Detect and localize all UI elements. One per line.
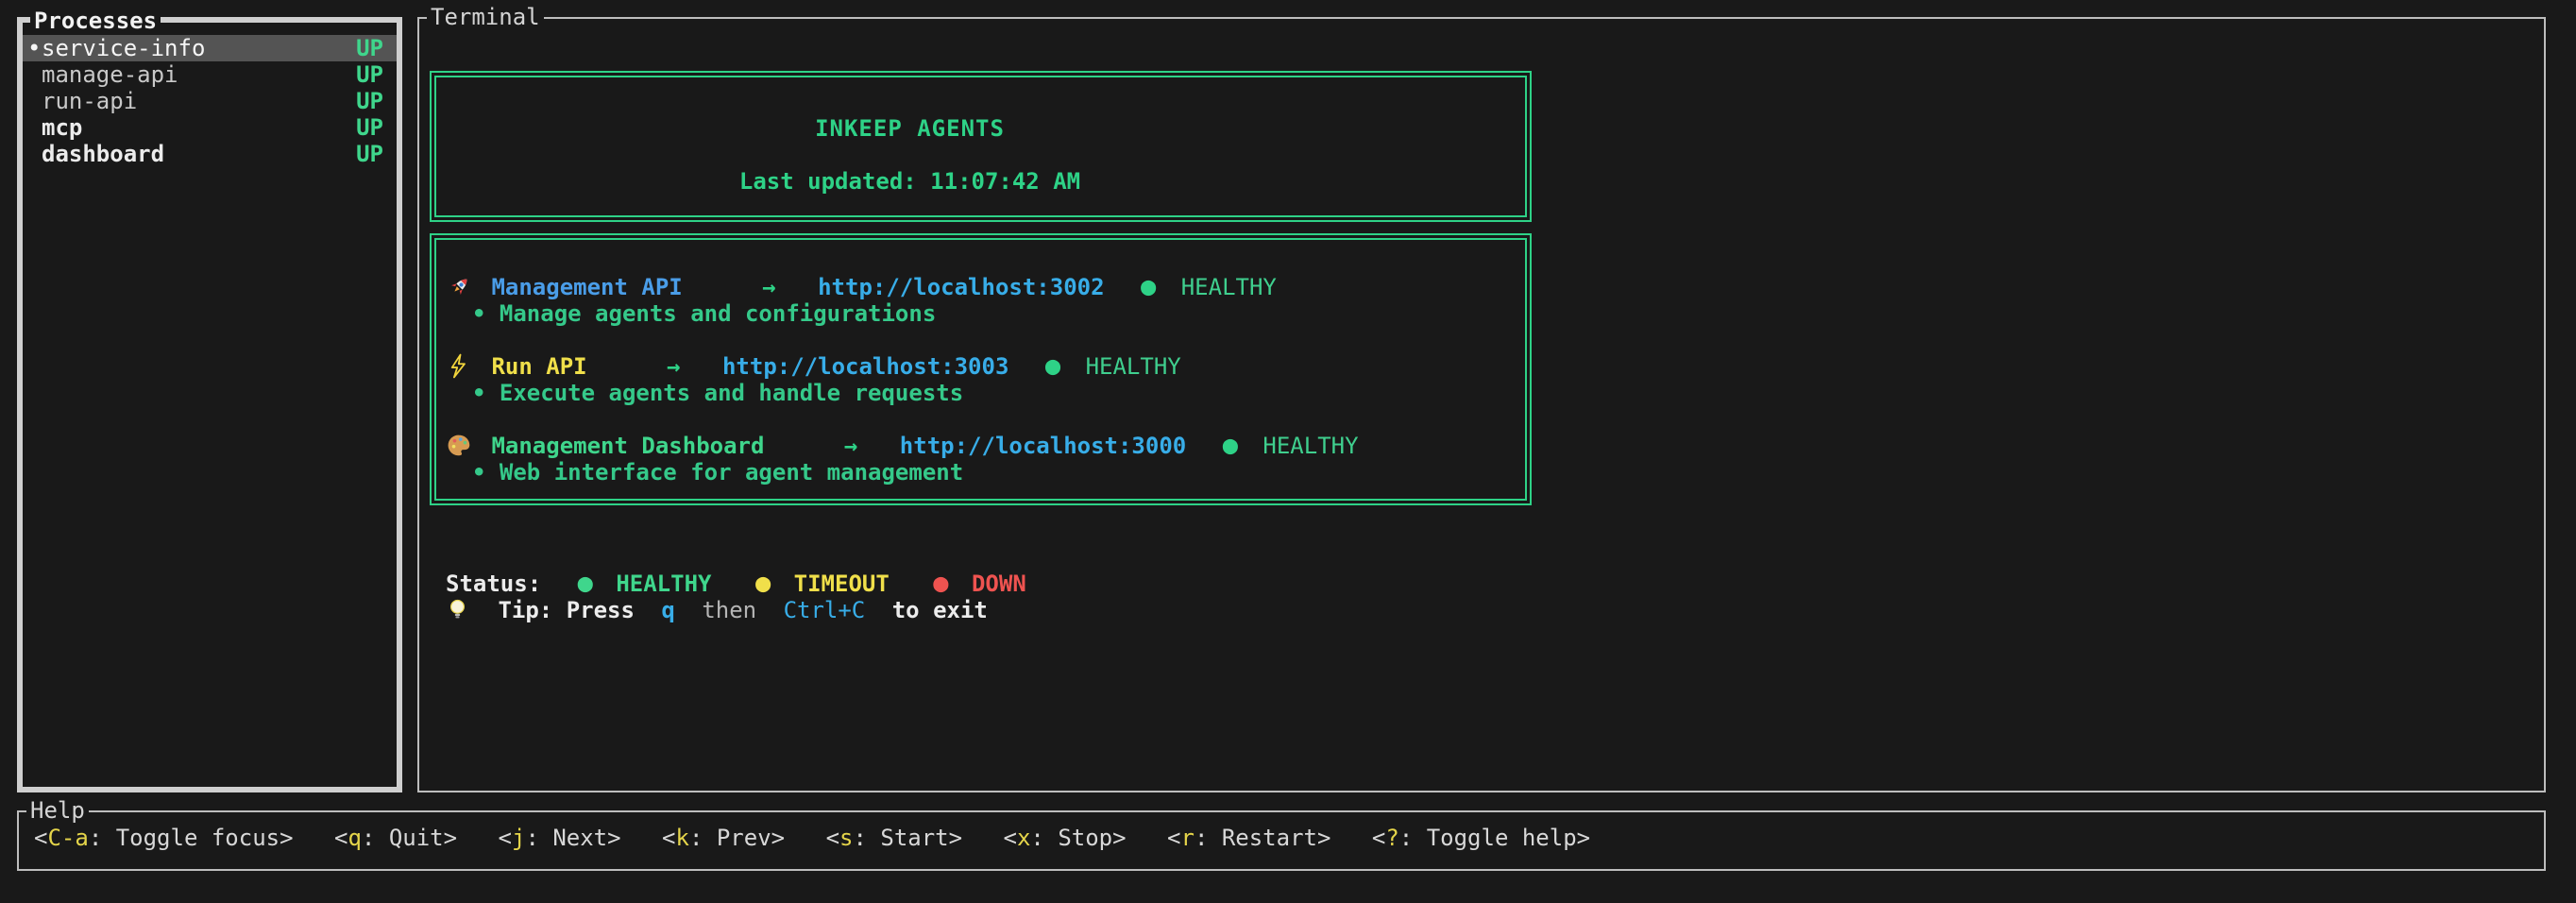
- process-row-service-info[interactable]: • service-info UP: [23, 35, 397, 61]
- tip-line: Tip: Press q then Ctrl+C to exit: [446, 597, 988, 623]
- service-health-label: HEALTHY: [1263, 433, 1358, 459]
- service-url[interactable]: http://localhost:3000: [900, 433, 1186, 459]
- service-health-label: HEALTHY: [1086, 353, 1181, 380]
- shortcut-label: : Next>: [525, 825, 620, 851]
- healthy-legend-label: HEALTHY: [616, 571, 711, 597]
- shortcut-toggle-help: <?: Toggle help>: [1372, 825, 1590, 851]
- shortcut-key: r: [1180, 825, 1194, 851]
- service-row-management-api: Management API → http://localhost:3002 ●…: [447, 274, 1525, 300]
- tip-middle: then: [702, 597, 756, 623]
- down-dot-icon: ●: [933, 569, 948, 598]
- banner-box: INKEEP AGENTS Last updated: 11:07:42 AM: [430, 71, 1532, 222]
- process-row-manage-api[interactable]: manage-api UP: [23, 61, 397, 88]
- shortcut-key: q: [347, 825, 361, 851]
- process-row-mcp[interactable]: mcp UP: [23, 114, 397, 141]
- spacer: [447, 327, 1525, 353]
- palette-icon: [447, 433, 472, 458]
- tip-suffix: to exit: [892, 597, 988, 623]
- help-panel: Help <C-a: Toggle focus> <q: Quit> <j: N…: [17, 810, 2546, 871]
- arrow-icon: →: [667, 353, 680, 380]
- shortcut-label: : Toggle focus>: [89, 825, 294, 851]
- service-description: • Execute agents and handle requests: [472, 380, 1525, 406]
- timeout-legend-label: TIMEOUT: [794, 571, 890, 597]
- terminal-panel-title: Terminal: [427, 4, 544, 30]
- shortcut-label: : Restart>: [1195, 825, 1331, 851]
- help-shortcuts: <C-a: Toggle focus> <q: Quit> <j: Next> …: [19, 812, 2544, 851]
- service-name: Management API: [491, 274, 682, 300]
- rocket-icon: [447, 274, 472, 299]
- process-row-dashboard[interactable]: dashboard UP: [23, 141, 397, 167]
- shortcut-toggle-focus: <C-a: Toggle focus>: [34, 825, 294, 851]
- process-status-badge: UP: [356, 61, 383, 88]
- shortcut-prev: <k: Prev>: [662, 825, 785, 851]
- shortcut-quit: <q: Quit>: [334, 825, 457, 851]
- process-row-run-api[interactable]: run-api UP: [23, 88, 397, 114]
- status-legend-label: Status:: [446, 571, 541, 597]
- process-status-badge: UP: [356, 114, 383, 141]
- process-list: • service-info UP manage-api UP run-api …: [23, 23, 397, 167]
- shortcut-start: <s: Start>: [826, 825, 963, 851]
- help-panel-title: Help: [26, 797, 89, 824]
- timeout-dot-icon: ●: [755, 569, 771, 598]
- tip-quit-key: q: [661, 597, 674, 623]
- service-description: • Manage agents and configurations: [472, 300, 1525, 327]
- process-status-badge: UP: [356, 141, 383, 167]
- shortcut-label: : Start>: [853, 825, 962, 851]
- service-url[interactable]: http://localhost:3002: [818, 274, 1104, 300]
- terminal-panel: Terminal INKEEP AGENTS Last updated: 11:…: [417, 17, 2546, 792]
- shortcut-next: <j: Next>: [499, 825, 621, 851]
- process-name: mcp: [42, 114, 356, 141]
- spacer: [447, 406, 1525, 433]
- service-description: • Web interface for agent management: [472, 459, 1525, 486]
- shortcut-key: ?: [1385, 825, 1398, 851]
- shortcut-key: C-a: [47, 825, 88, 851]
- process-status-badge: UP: [356, 35, 383, 61]
- processes-panel: Processes • service-info UP manage-api U…: [17, 17, 402, 792]
- shortcut-stop: <x: Stop>: [1004, 825, 1127, 851]
- arrow-icon: →: [844, 433, 857, 459]
- down-legend-label: DOWN: [972, 571, 1026, 597]
- healthy-dot-icon: ●: [578, 569, 593, 598]
- selected-bullet: •: [27, 35, 42, 61]
- arrow-icon: →: [762, 274, 775, 300]
- service-name: Management Dashboard: [491, 433, 764, 459]
- process-name: run-api: [42, 88, 356, 114]
- shortcut-label: : Stop>: [1030, 825, 1126, 851]
- health-dot-icon: ●: [1045, 351, 1060, 381]
- service-health-label: HEALTHY: [1181, 274, 1277, 300]
- tip-interrupt-key: Ctrl+C: [784, 597, 866, 623]
- shortcut-key: x: [1017, 825, 1030, 851]
- service-url[interactable]: http://localhost:3003: [722, 353, 1008, 380]
- shortcut-key: k: [676, 825, 689, 851]
- shortcut-key: s: [839, 825, 853, 851]
- tip-prefix: Tip: Press: [498, 597, 635, 623]
- shortcut-key: j: [512, 825, 525, 851]
- banner-heading: INKEEP AGENTS: [436, 115, 1383, 142]
- bulb-icon: [446, 597, 469, 622]
- processes-panel-title: Processes: [30, 8, 161, 34]
- process-status-badge: UP: [356, 88, 383, 114]
- process-name: manage-api: [42, 61, 356, 88]
- health-dot-icon: ●: [1223, 431, 1238, 460]
- shortcut-restart: <r: Restart>: [1167, 825, 1330, 851]
- app-screen: Processes • service-info UP manage-api U…: [0, 0, 2576, 903]
- service-row-management-dashboard: Management Dashboard → http://localhost:…: [447, 433, 1525, 459]
- process-name: service-info: [42, 35, 356, 61]
- banner-last-updated: Last updated: 11:07:42 AM: [436, 168, 1383, 195]
- shortcut-label: : Prev>: [689, 825, 785, 851]
- services-box: Management API → http://localhost:3002 ●…: [430, 233, 1532, 505]
- service-name: Run API: [491, 353, 586, 380]
- health-dot-icon: ●: [1141, 272, 1156, 301]
- process-name: dashboard: [42, 141, 356, 167]
- status-legend: Status: ● HEALTHY ● TIMEOUT ● DOWN: [446, 571, 1057, 597]
- shortcut-label: : Toggle help>: [1399, 825, 1590, 851]
- service-row-run-api: Run API → http://localhost:3003 ● HEALTH…: [447, 353, 1525, 380]
- lightning-icon: [447, 353, 472, 379]
- shortcut-label: : Quit>: [362, 825, 457, 851]
